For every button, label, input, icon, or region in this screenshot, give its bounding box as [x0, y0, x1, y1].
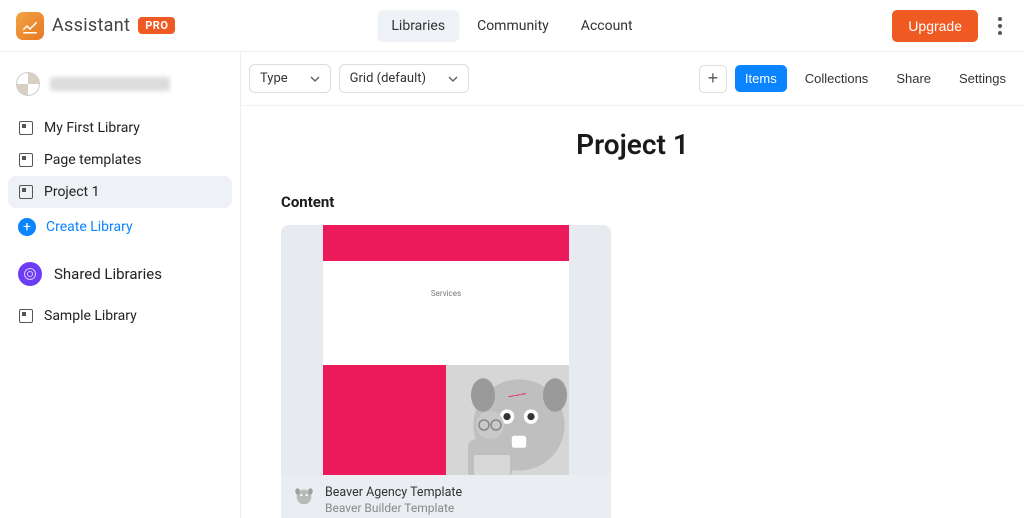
- card-title: Beaver Agency Template: [325, 485, 462, 501]
- shared-icon: [18, 262, 42, 286]
- user-name-placeholder: [50, 77, 170, 91]
- page-title: Project 1: [281, 128, 984, 161]
- nav-libraries[interactable]: Libraries: [377, 10, 459, 42]
- sidebar: My First Library Page templates Project …: [0, 52, 240, 518]
- nav-community[interactable]: Community: [463, 10, 563, 42]
- create-library-label: Create Library: [46, 219, 133, 235]
- logo[interactable]: Assistant PRO: [16, 12, 175, 40]
- avatar: [16, 72, 40, 96]
- type-dropdown-label: Type: [260, 71, 288, 86]
- header-actions: Upgrade: [892, 10, 1012, 42]
- thumb-mid-label: Services: [323, 289, 569, 298]
- kebab-menu-icon[interactable]: [988, 11, 1012, 41]
- card-thumbnail: Services: [281, 225, 611, 475]
- logo-text: Assistant: [52, 15, 130, 36]
- create-library-button[interactable]: + Create Library: [8, 208, 232, 254]
- logo-icon: [16, 12, 44, 40]
- library-icon: [18, 152, 34, 168]
- content-area: Project 1 Content Services: [241, 106, 1024, 518]
- upgrade-button[interactable]: Upgrade: [892, 10, 978, 42]
- chevron-down-icon: [448, 74, 458, 84]
- sidebar-item-label: My First Library: [44, 120, 140, 136]
- beaver-icon: [293, 485, 315, 507]
- tab-collections[interactable]: Collections: [795, 65, 879, 92]
- library-icon: [18, 308, 34, 324]
- sidebar-item-label: Page templates: [44, 152, 142, 168]
- sidebar-item-page-templates[interactable]: Page templates: [8, 144, 232, 176]
- primary-nav: Libraries Community Account: [377, 10, 646, 42]
- add-button[interactable]: +: [699, 65, 727, 93]
- tab-items[interactable]: Items: [735, 65, 787, 92]
- sidebar-item-my-first-library[interactable]: My First Library: [8, 112, 232, 144]
- person-icon: [450, 399, 530, 475]
- view-dropdown[interactable]: Grid (default): [339, 64, 469, 93]
- plus-icon: +: [708, 68, 719, 89]
- main-panel: Type Grid (default) + Items Collections …: [240, 52, 1024, 518]
- nav-account[interactable]: Account: [567, 10, 647, 42]
- view-dropdown-label: Grid (default): [350, 71, 426, 86]
- section-header-content: Content: [281, 193, 984, 211]
- shared-libraries-label: Shared Libraries: [54, 265, 162, 283]
- shared-libraries-header[interactable]: Shared Libraries: [8, 254, 232, 300]
- toolbar: Type Grid (default) + Items Collections …: [241, 52, 1024, 106]
- sidebar-item-sample-library[interactable]: Sample Library: [8, 300, 232, 332]
- tab-settings[interactable]: Settings: [949, 65, 1016, 92]
- tab-share[interactable]: Share: [886, 65, 941, 92]
- card-meta: Beaver Agency Template Beaver Builder Te…: [281, 475, 611, 518]
- content-card[interactable]: Services: [281, 225, 611, 518]
- card-subtitle: Beaver Builder Template: [325, 501, 462, 516]
- sidebar-item-label: Sample Library: [44, 308, 137, 324]
- sidebar-item-project-1[interactable]: Project 1: [8, 176, 232, 208]
- chevron-down-icon: [310, 74, 320, 84]
- pro-badge: PRO: [138, 17, 175, 34]
- library-icon: [18, 184, 34, 200]
- library-icon: [18, 120, 34, 136]
- plus-circle-icon: +: [18, 218, 36, 236]
- sidebar-item-label: Project 1: [44, 184, 99, 200]
- user-row[interactable]: [8, 66, 232, 112]
- app-header: Assistant PRO Libraries Community Accoun…: [0, 0, 1024, 52]
- type-dropdown[interactable]: Type: [249, 64, 331, 93]
